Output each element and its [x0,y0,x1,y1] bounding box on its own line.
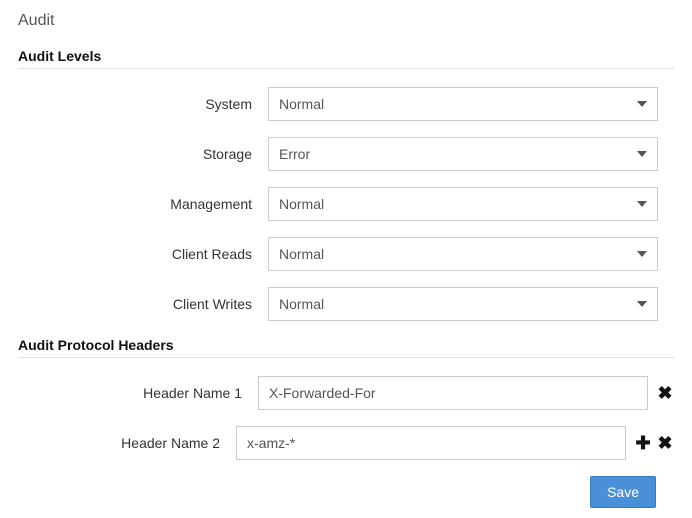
select-management-value: Normal [279,196,324,212]
divider [18,68,674,69]
add-icon[interactable]: ✚ [634,434,652,452]
select-storage[interactable]: Error [268,137,658,171]
label-system: System [18,96,268,112]
select-client-writes[interactable]: Normal [268,287,658,321]
section-protocol-headers-title: Audit Protocol Headers [18,337,674,353]
select-system-value: Normal [279,96,324,112]
input-header-1[interactable] [258,376,648,410]
page-title: Audit [18,12,674,30]
select-client-reads-value: Normal [279,246,324,262]
label-client-writes: Client Writes [18,296,268,312]
remove-icon[interactable]: ✖ [656,384,674,402]
label-management: Management [18,196,268,212]
divider [18,357,674,358]
select-client-writes-value: Normal [279,296,324,312]
chevron-down-icon [637,301,647,307]
input-header-2[interactable] [236,426,626,460]
chevron-down-icon [637,201,647,207]
label-client-reads: Client Reads [18,246,268,262]
label-header-1: Header Name 1 [18,385,258,401]
select-management[interactable]: Normal [268,187,658,221]
save-button[interactable]: Save [590,476,656,508]
chevron-down-icon [637,101,647,107]
section-audit-levels-title: Audit Levels [18,48,674,64]
select-system[interactable]: Normal [268,87,658,121]
remove-icon[interactable]: ✖ [656,434,674,452]
select-storage-value: Error [279,146,310,162]
label-header-2: Header Name 2 [18,435,236,451]
chevron-down-icon [637,251,647,257]
label-storage: Storage [18,146,268,162]
select-client-reads[interactable]: Normal [268,237,658,271]
chevron-down-icon [637,151,647,157]
